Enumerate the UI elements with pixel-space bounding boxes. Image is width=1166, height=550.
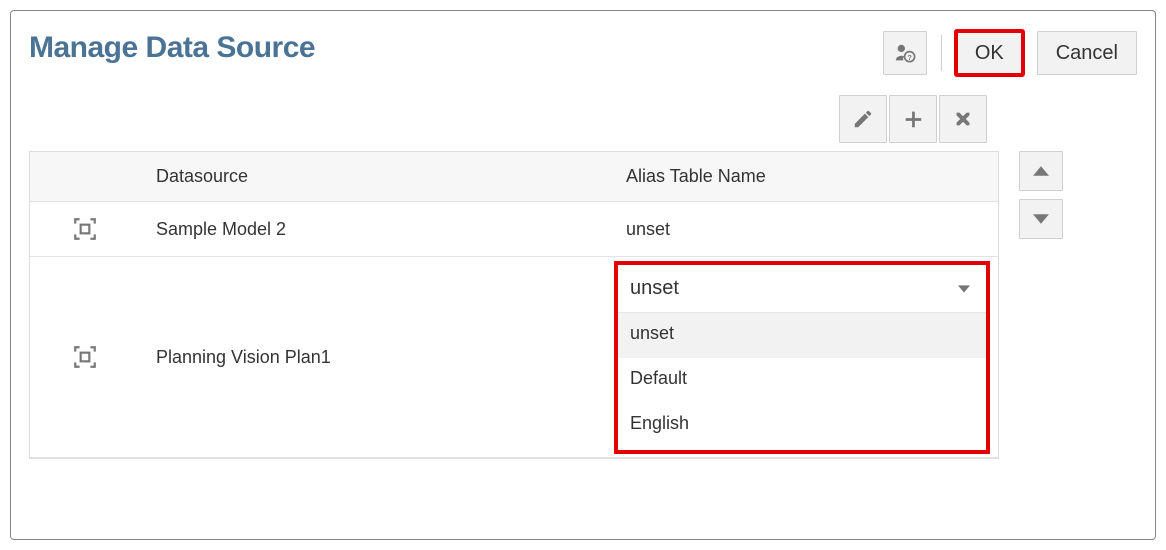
- add-button[interactable]: [889, 95, 937, 143]
- plus-icon: [902, 108, 924, 130]
- user-help-icon: ?: [894, 42, 916, 64]
- datasource-name: Planning Vision Plan1: [140, 257, 610, 457]
- move-up-button[interactable]: [1019, 151, 1063, 191]
- dialog-header: Manage Data Source ? OK Cancel: [29, 31, 1137, 75]
- table-row[interactable]: Sample Model 2 unset: [30, 202, 998, 257]
- reorder-buttons: [1019, 151, 1063, 239]
- triangle-up-icon: [1033, 166, 1049, 176]
- dialog-top-buttons: ? OK Cancel: [883, 31, 1137, 75]
- row-type-icon-cell: [30, 202, 140, 256]
- header-alias: Alias Table Name: [610, 152, 998, 201]
- table-area: Datasource Alias Table Name Sample Model…: [29, 151, 1137, 459]
- move-down-button[interactable]: [1019, 199, 1063, 239]
- alias-select-cell: unset unset Default English: [610, 257, 998, 457]
- header-datasource: Datasource: [140, 152, 610, 201]
- alias-dropdown-selected-label: unset: [630, 277, 679, 300]
- table-header-row: Datasource Alias Table Name: [30, 152, 998, 202]
- ok-button[interactable]: OK: [956, 31, 1023, 75]
- datasource-table: Datasource Alias Table Name Sample Model…: [29, 151, 999, 459]
- table-row[interactable]: Planning Vision Plan1 unset unset Defaul…: [30, 257, 998, 458]
- header-blank: [30, 152, 140, 201]
- alias-value: unset: [610, 202, 998, 256]
- datasource-type-icon: [72, 344, 98, 370]
- pencil-icon: [852, 108, 874, 130]
- alias-option-default[interactable]: Default: [618, 358, 986, 403]
- triangle-down-icon: [1033, 214, 1049, 224]
- alias-option-english[interactable]: English: [618, 403, 986, 448]
- page-title: Manage Data Source: [29, 31, 315, 65]
- alias-dropdown[interactable]: unset unset Default English: [614, 261, 990, 454]
- alias-dropdown-selected[interactable]: unset: [618, 265, 986, 313]
- svg-text:?: ?: [907, 53, 912, 62]
- cancel-button[interactable]: Cancel: [1037, 31, 1137, 75]
- manage-data-source-dialog: Manage Data Source ? OK Cancel: [10, 10, 1156, 540]
- separator: [941, 35, 942, 71]
- chevron-down-icon: [958, 282, 970, 296]
- datasource-name: Sample Model 2: [140, 202, 610, 256]
- table-action-toolbar: [29, 95, 1137, 143]
- datasource-type-icon: [72, 216, 98, 242]
- alias-option-unset[interactable]: unset: [618, 313, 986, 358]
- edit-button[interactable]: [839, 95, 887, 143]
- x-icon: [952, 108, 974, 130]
- user-help-button[interactable]: ?: [883, 31, 927, 75]
- row-type-icon-cell: [30, 257, 140, 457]
- delete-button[interactable]: [939, 95, 987, 143]
